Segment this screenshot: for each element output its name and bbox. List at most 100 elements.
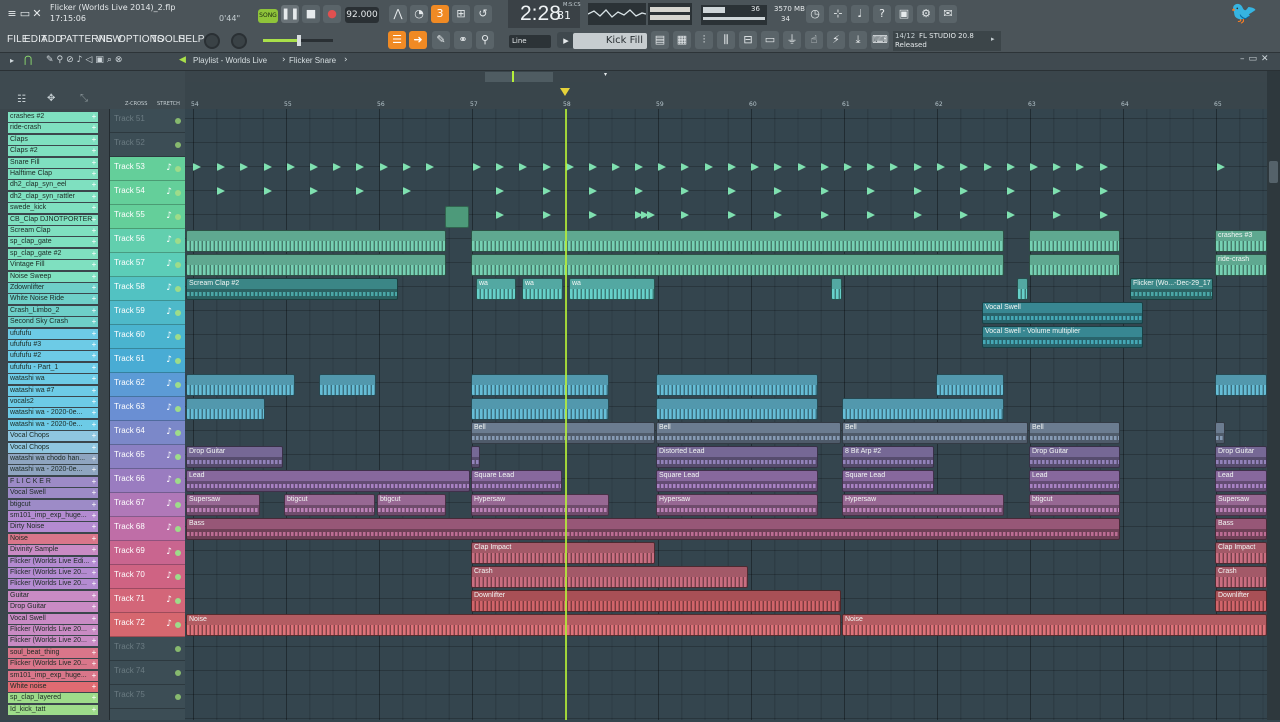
track-mute-led[interactable] <box>175 262 181 268</box>
track-header[interactable]: Track 65 ♪ <box>110 445 185 469</box>
playlist-clip[interactable]: Drop Guitar <box>186 446 283 468</box>
pattern-clip-marker[interactable] <box>310 163 318 171</box>
overview-window[interactable] <box>485 72 553 82</box>
pattern-clip-marker[interactable] <box>728 211 736 219</box>
add-icon[interactable]: + <box>90 294 98 304</box>
pattern-clip-marker[interactable] <box>647 211 655 219</box>
add-icon[interactable]: + <box>90 591 98 601</box>
playlist-clip[interactable]: Hypersaw <box>656 494 818 516</box>
add-icon[interactable]: + <box>90 614 98 624</box>
plug-icon[interactable]: ⏚ <box>783 31 801 49</box>
playlist-clip[interactable]: Lead <box>1215 470 1267 492</box>
file-icon[interactable]: ▭ <box>761 31 779 49</box>
playlist-clip[interactable] <box>471 374 609 396</box>
playlist-clip[interactable] <box>842 398 1004 420</box>
playlist-clip[interactable] <box>186 230 446 252</box>
track-mute-led[interactable] <box>175 430 181 436</box>
picker-item[interactable]: Dirty Noise + <box>8 522 98 533</box>
track-header[interactable]: Track 62 ♪ <box>110 373 185 397</box>
pattern-clip-marker[interactable] <box>705 163 713 171</box>
add-icon[interactable]: + <box>90 465 98 475</box>
playlist-clip[interactable] <box>471 254 1004 276</box>
metronome-icon[interactable]: ⋀ <box>389 5 407 23</box>
pattern-clip-marker[interactable] <box>1076 163 1084 171</box>
track-header[interactable]: Track 72 ♪ <box>110 613 185 637</box>
add-icon[interactable]: + <box>90 522 98 532</box>
pattern-clip-marker[interactable] <box>774 211 782 219</box>
picker-item[interactable]: Vocal Chops + <box>8 442 98 453</box>
pattern-clip-marker[interactable] <box>1007 163 1015 171</box>
add-icon[interactable]: + <box>90 671 98 681</box>
pattern-clip-marker[interactable] <box>612 163 620 171</box>
news-panel[interactable]: 14/12 FL STUDIO 20.8 Released ▸ <box>893 31 1001 51</box>
pattern-clip-marker[interactable] <box>914 211 922 219</box>
track-mute-led[interactable] <box>175 286 181 292</box>
pattern-clip-marker[interactable] <box>960 211 968 219</box>
help-icon[interactable]: ? <box>873 5 891 23</box>
playlist-clip[interactable] <box>1029 254 1120 276</box>
stop-button[interactable]: ■ <box>302 5 320 23</box>
add-icon[interactable]: + <box>90 625 98 635</box>
touch-icon[interactable]: ☝ <box>805 31 823 49</box>
pattern-clip-marker[interactable] <box>937 163 945 171</box>
pattern-clip-marker[interactable] <box>1053 187 1061 195</box>
playlist-clip[interactable] <box>656 374 818 396</box>
pattern-clip-marker[interactable] <box>426 163 434 171</box>
picker-item[interactable]: watashi wa chodo han... + <box>8 454 98 464</box>
picker-item[interactable]: Second Sky Crash + <box>8 317 98 328</box>
master-pitch-knob[interactable] <box>204 33 220 49</box>
playlist-clip[interactable]: Crash <box>1215 566 1267 588</box>
track-mute-led[interactable] <box>175 526 181 532</box>
playlist-clip[interactable]: Bell <box>471 422 655 444</box>
picker-item[interactable]: sp_clap_gate + <box>8 237 98 248</box>
playlist-clip[interactable] <box>1215 374 1267 396</box>
master-volume-slider[interactable] <box>263 35 333 46</box>
pencil-icon[interactable]: ✎ <box>432 31 450 49</box>
track-mute-led[interactable] <box>175 622 181 628</box>
playlist-clip[interactable] <box>186 254 446 276</box>
playlist-grid[interactable]: crashes #3 ride-crash Scream Clap #2 wa wa wa… <box>185 109 1267 720</box>
picker-item[interactable]: ride-crash + <box>8 123 98 134</box>
tempo-display[interactable]: 92.000 <box>345 7 379 23</box>
add-icon[interactable]: + <box>90 317 98 327</box>
playlist-clip[interactable]: wa <box>569 278 655 300</box>
picker-item[interactable]: sp_clap_gate #2 + <box>8 248 98 259</box>
pattern-clip-marker[interactable] <box>589 187 597 195</box>
playlist-clip[interactable]: Hypersaw <box>471 494 609 516</box>
add-icon[interactable]: + <box>90 260 98 270</box>
browser-icon[interactable]: ⊟ <box>739 31 757 49</box>
menu-help[interactable]: HELP <box>178 34 205 45</box>
track-header[interactable]: Track 71 ♪ <box>110 589 185 613</box>
playlist-clip[interactable]: Scream Clap #2 <box>186 278 398 300</box>
playlist-clip[interactable] <box>936 374 1004 396</box>
picker-item[interactable]: Claps #2 + <box>8 146 98 157</box>
picker-item[interactable]: ufufufu #3 + <box>8 340 98 350</box>
track-mute-led[interactable] <box>175 406 181 412</box>
add-icon[interactable]: + <box>90 420 98 430</box>
picker-item[interactable]: watashi wa - 2020-0e... + <box>8 419 98 430</box>
track-header[interactable]: Track 59 ♪ <box>110 301 185 325</box>
pattern-clip-marker[interactable] <box>1100 211 1108 219</box>
pattern-clip-marker[interactable] <box>217 163 225 171</box>
playlist-arrow-icon[interactable]: ▸ <box>10 56 14 65</box>
pattern-clip-marker[interactable] <box>1007 187 1015 195</box>
playlist-clip[interactable] <box>471 398 609 420</box>
track-mute-led[interactable] <box>175 502 181 508</box>
add-icon[interactable]: + <box>90 123 98 133</box>
pattern-clip-marker[interactable] <box>287 163 295 171</box>
pattern-clip-marker[interactable] <box>264 163 272 171</box>
picker-item[interactable]: ufufufu #2 + <box>8 351 98 362</box>
add-icon[interactable]: + <box>90 454 98 464</box>
pattern-clip-marker[interactable] <box>798 163 806 171</box>
playlist-clip[interactable] <box>1029 230 1120 252</box>
pattern-clip-marker[interactable] <box>1217 163 1225 171</box>
pattern-clip-marker[interactable] <box>543 163 551 171</box>
track-header[interactable]: Track 61 ♪ <box>110 349 185 373</box>
pattern-clip-marker[interactable] <box>635 163 643 171</box>
pattern-clip-marker[interactable] <box>496 211 504 219</box>
vertical-scrollbar[interactable] <box>1267 71 1280 720</box>
playlist-clip[interactable]: Square Lead <box>842 470 934 492</box>
record-button[interactable]: ● <box>323 5 341 23</box>
picker-item[interactable]: sp_clap_layered + <box>8 693 98 704</box>
playlist-clip[interactable]: Bell <box>1029 422 1120 444</box>
